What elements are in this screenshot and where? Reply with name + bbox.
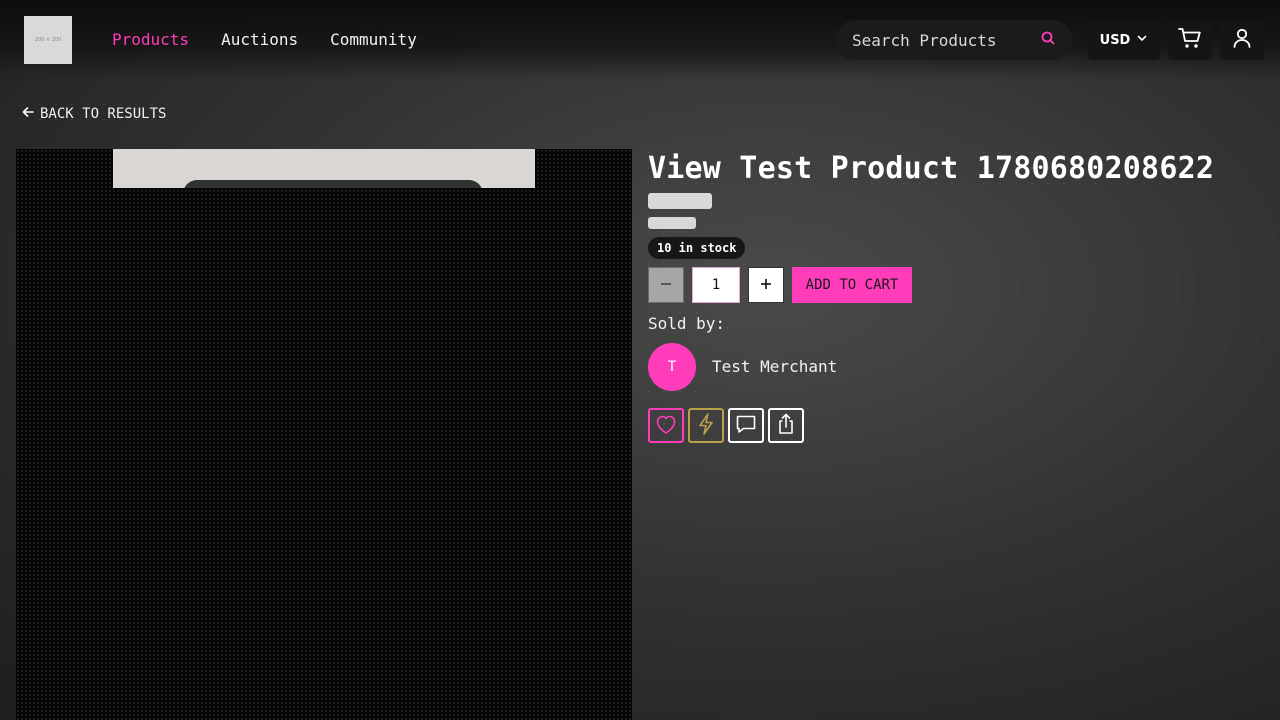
message-button[interactable] <box>728 408 764 443</box>
heart-icon <box>654 413 678 439</box>
price-placeholder <box>648 193 712 209</box>
top-header: 200 × 200 Products Auctions Community US… <box>0 0 1280 80</box>
photo-object <box>183 180 483 188</box>
subprice-placeholder <box>648 217 696 229</box>
share-button[interactable] <box>768 408 804 443</box>
user-icon <box>1231 27 1253 53</box>
share-icon <box>775 412 797 440</box>
plus-icon <box>759 276 773 295</box>
site-logo[interactable]: 200 × 200 <box>24 16 72 64</box>
currency-label: USD <box>1099 32 1131 48</box>
boost-button[interactable] <box>688 408 724 443</box>
quantity-increase-button[interactable] <box>748 267 784 303</box>
message-icon <box>734 413 758 439</box>
merchant-avatar[interactable]: T <box>648 343 696 391</box>
search-icon[interactable] <box>1040 30 1056 50</box>
main-nav: Products Auctions Community <box>112 30 417 50</box>
chevron-down-icon <box>1136 32 1148 48</box>
lightning-icon <box>696 412 716 440</box>
merchant-name-link[interactable]: Test Merchant <box>712 357 837 376</box>
logo-placeholder-text: 200 × 200 <box>34 37 62 43</box>
stock-badge: 10 in stock <box>648 237 746 259</box>
add-to-cart-button[interactable]: ADD TO CART <box>792 267 912 303</box>
arrow-left-icon <box>22 106 34 122</box>
product-title: View Test Product 1780680208622 <box>648 151 1215 186</box>
cart-icon <box>1177 26 1203 54</box>
account-button[interactable] <box>1220 20 1264 60</box>
search-bar <box>836 20 1072 60</box>
sold-by-label: Sold by: <box>648 314 726 333</box>
search-input[interactable] <box>852 30 1040 50</box>
favorite-button[interactable] <box>648 408 684 443</box>
product-photo <box>113 149 535 188</box>
currency-selector[interactable]: USD <box>1088 20 1160 60</box>
back-to-results-link[interactable]: BACK TO RESULTS <box>22 106 166 122</box>
nav-link-products[interactable]: Products <box>112 30 189 50</box>
product-image[interactable] <box>16 149 632 720</box>
minus-icon <box>659 276 673 295</box>
cart-button[interactable] <box>1168 20 1212 60</box>
nav-link-auctions[interactable]: Auctions <box>221 30 298 50</box>
quantity-input[interactable] <box>692 267 740 303</box>
back-link-label: BACK TO RESULTS <box>40 106 167 122</box>
quantity-decrease-button[interactable] <box>648 267 684 303</box>
nav-link-community[interactable]: Community <box>330 30 417 50</box>
